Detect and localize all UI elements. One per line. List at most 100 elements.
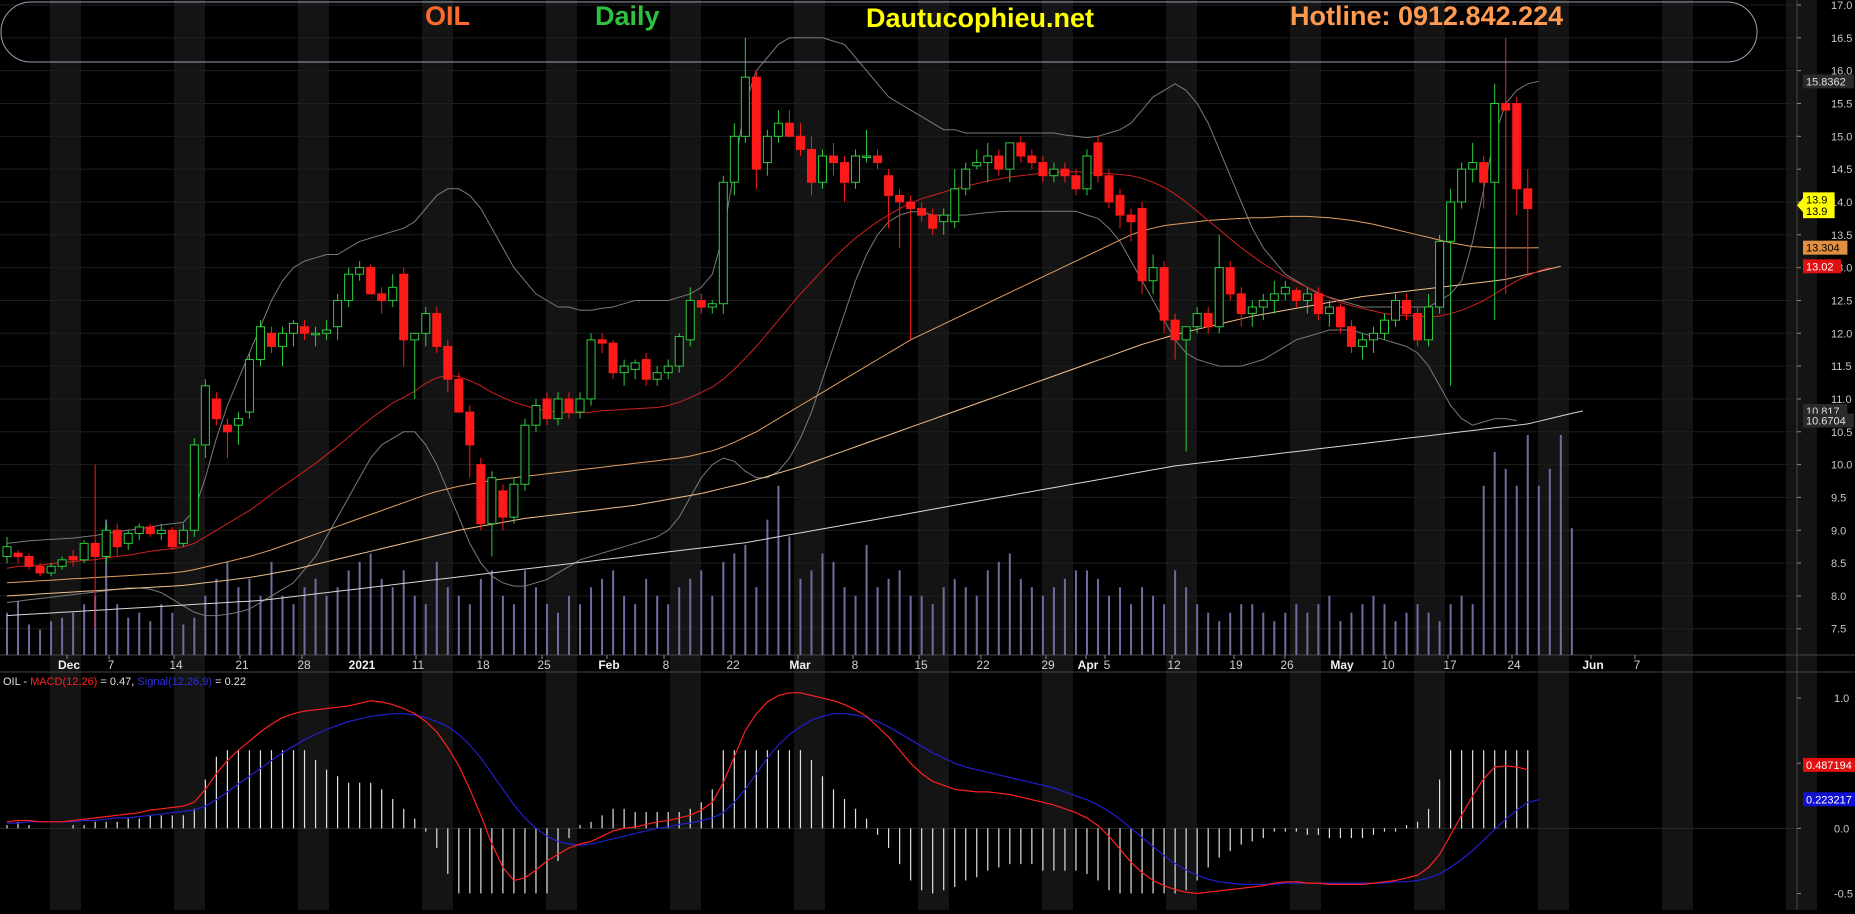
candle-down — [884, 175, 894, 196]
price-tick-label: 9.0 — [1831, 525, 1846, 537]
stock-chart: 17.016.516.015.515.014.514.013.513.012.5… — [0, 0, 1855, 910]
period-label: Daily — [595, 1, 660, 31]
date-tick-label: 26 — [1280, 658, 1294, 672]
candle-down — [1479, 162, 1489, 183]
candle-up — [1357, 339, 1367, 347]
candle-down — [399, 273, 409, 341]
candle-down — [840, 162, 850, 183]
candle-up — [972, 162, 982, 167]
candle-up — [983, 155, 993, 164]
candle-down — [917, 208, 927, 216]
candle-down — [1501, 102, 1511, 111]
date-tick-label: 24 — [1507, 658, 1521, 672]
candle-up — [1192, 313, 1202, 328]
candle-up — [652, 372, 662, 380]
candle-up — [674, 336, 684, 367]
candle-up — [663, 365, 673, 374]
candle-down — [1313, 293, 1323, 315]
candle-up — [311, 332, 321, 336]
candle-down — [1402, 299, 1412, 315]
candle-down — [751, 76, 761, 170]
candle-up — [1302, 293, 1312, 301]
date-tick-label: Dec — [58, 658, 80, 672]
candle-up — [322, 329, 332, 334]
candle-up — [531, 405, 541, 426]
candle-down — [1225, 267, 1235, 295]
candle-up — [1280, 286, 1290, 295]
date-tick-label: 14 — [169, 658, 183, 672]
candle-up — [1424, 306, 1434, 341]
price-tag-label: 13.9 — [1806, 206, 1827, 218]
date-tick-label: Mar — [789, 658, 811, 672]
candle-up — [278, 332, 287, 347]
price-tag-label: 13.304 — [1806, 243, 1840, 255]
candle-up — [2, 546, 12, 558]
price-tick-label: 10.0 — [1831, 460, 1852, 472]
candle-up — [46, 565, 56, 574]
candle-up — [1490, 102, 1500, 183]
candle-up — [950, 188, 960, 223]
candle-up — [123, 533, 133, 544]
candle-down — [498, 490, 508, 518]
candle-up — [344, 273, 354, 301]
candle-down — [829, 155, 838, 164]
candle-down — [564, 398, 574, 413]
candle-down — [145, 526, 155, 535]
candle-up — [520, 424, 530, 485]
candle-down — [1291, 290, 1301, 301]
candle-down — [1170, 319, 1180, 341]
candle-down — [377, 293, 387, 301]
candle-down — [1016, 142, 1026, 157]
macd-tag-label: 0.487194 — [1806, 760, 1852, 772]
candle-up — [79, 542, 89, 561]
candle-up — [553, 398, 563, 420]
candle-up — [1049, 168, 1059, 177]
symbol-label: OIL — [425, 1, 470, 31]
candle-down — [1335, 306, 1345, 328]
price-tick-label: 12.5 — [1831, 295, 1852, 307]
candle-down — [1346, 326, 1356, 347]
date-tick-label: 12 — [1167, 658, 1181, 672]
price-tick-label: 8.0 — [1831, 591, 1846, 603]
candle-down — [597, 339, 607, 344]
candle-up — [101, 529, 111, 558]
candle-down — [994, 155, 1004, 170]
candle-down — [906, 201, 916, 210]
candle-down — [608, 342, 618, 374]
date-tick-label: 8 — [852, 658, 859, 672]
candle-up — [1380, 319, 1389, 334]
candle-down — [13, 552, 23, 558]
candle-up — [939, 214, 949, 223]
candle-up — [57, 559, 67, 567]
candle-up — [333, 299, 343, 328]
candle-up — [233, 418, 243, 426]
macd-tick-label: -0.5 — [1834, 888, 1853, 900]
date-tick-label: 10 — [1381, 658, 1395, 672]
candle-up — [134, 526, 144, 535]
candle-up — [1368, 332, 1378, 341]
date-tick-label: Jun — [1582, 658, 1603, 672]
candle-down — [300, 326, 310, 334]
candle-up — [586, 339, 596, 400]
candle-up — [255, 326, 265, 361]
candle-down — [641, 359, 651, 380]
candle-up — [619, 365, 629, 374]
price-tag-label: 10.6704 — [1806, 416, 1846, 428]
macd-legend-value: = 0.47, — [97, 676, 137, 688]
candle-down — [1126, 214, 1136, 223]
candle-up — [487, 477, 497, 525]
candle-up — [1457, 168, 1467, 203]
candle-down — [211, 398, 221, 420]
candle-up — [289, 322, 299, 334]
date-tick-label: Feb — [598, 658, 619, 672]
price-tick-label: 15.0 — [1831, 131, 1852, 143]
candle-down — [1137, 208, 1147, 282]
price-tick-label: 12.0 — [1831, 328, 1852, 340]
date-tick-label: May — [1330, 658, 1354, 672]
date-tick-label: 18 — [476, 658, 490, 672]
candle-down — [1038, 162, 1048, 177]
candle-down — [476, 464, 486, 525]
candle-up — [1468, 162, 1478, 170]
candle-up — [421, 313, 431, 334]
macd-tick-label: 1.0 — [1834, 693, 1849, 705]
